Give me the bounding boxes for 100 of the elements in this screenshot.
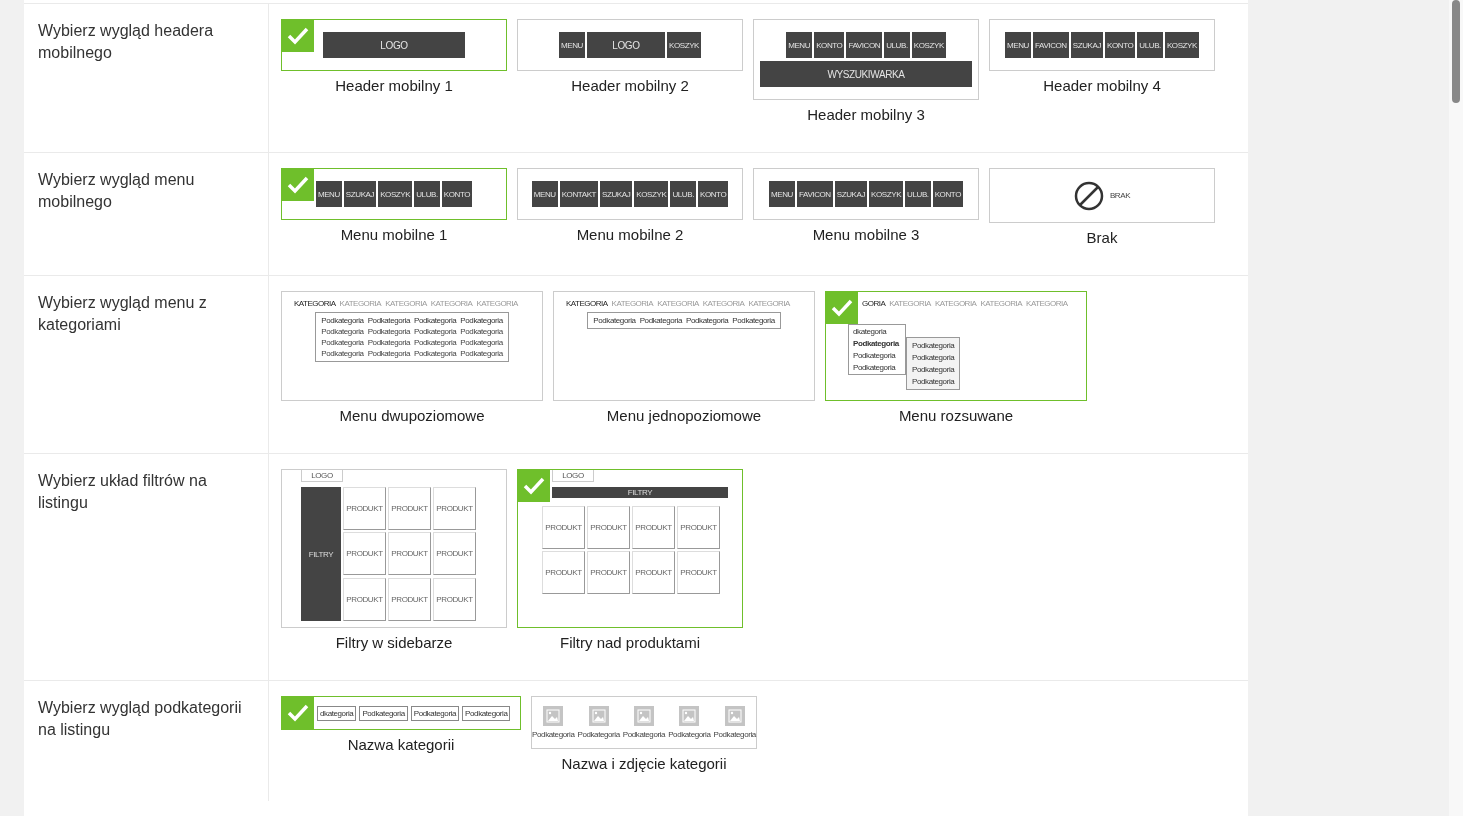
- option-caption: Header mobilny 1: [335, 77, 453, 95]
- wireframe-block: ULUB.: [1137, 32, 1163, 58]
- check-icon: [282, 697, 314, 729]
- wireframe-block: MENU: [1005, 32, 1031, 58]
- setting-label: Wybierz układ filtrów na listingu: [38, 471, 208, 513]
- wireframe-block: KONTO: [814, 32, 845, 58]
- option-caption: Header mobilny 3: [807, 106, 925, 124]
- layout-option[interactable]: MENU KONTO FAVICON ULUB. KOSZYK WYSZUKIWARKA: [753, 19, 979, 100]
- subcategory-link: Podkategoria: [853, 351, 897, 360]
- layout-option[interactable]: LOGO FILTRY PRODUKT PRODUKT PRODUKT PRODUKT PRODUKT PRODUKT PRODUKT PRODUKT: [517, 469, 743, 628]
- product-card: PRODUKT: [388, 577, 431, 621]
- category-label: KATEGORIA: [934, 299, 977, 308]
- wireframe-block: KONTAKT: [559, 181, 599, 207]
- subcategory-link: Podkategoria: [912, 365, 955, 374]
- layout-option[interactable]: dkategoria Podkategoria Podkategoria Podkategoria: [281, 696, 521, 730]
- wireframe-text: BRAK: [1109, 191, 1131, 200]
- product-card: PRODUKT: [433, 487, 476, 530]
- category-label: KATEGORIA: [611, 299, 654, 308]
- layout-option[interactable]: [281, 291, 543, 401]
- subcategory-link: Podkategoria: [622, 730, 666, 739]
- wireframe-block: KONTO: [441, 181, 473, 207]
- check-icon: [826, 292, 858, 324]
- product-card: PRODUKT: [343, 487, 386, 530]
- layout-option[interactable]: MENU SZUKAJ KOSZYK ULUB. KONTO: [281, 168, 507, 220]
- option-caption: Nazwa kategorii: [347, 736, 455, 754]
- layout-option[interactable]: Podkategoria Podkategoria Podkategoria Podkategoria Podkategoria: [531, 696, 757, 749]
- image-icon: [543, 706, 564, 726]
- category-label: KATEGORIA: [385, 299, 427, 308]
- subcategory-link: Podkategoria: [414, 349, 457, 358]
- wireframe-block: MENU: [559, 32, 585, 58]
- subcategory-link: Podkategoria: [460, 338, 503, 347]
- layout-option[interactable]: MENU FAVICON SZUKAJ KOSZYK ULUB. KONTO: [753, 168, 979, 220]
- wireframe-block: FAVICON: [1033, 32, 1069, 58]
- product-card: PRODUKT: [433, 577, 476, 621]
- product-card: PRODUKT: [388, 487, 431, 530]
- wireframe-block: ULUB.: [905, 181, 931, 207]
- subcategory-heading: Podkategoria: [367, 316, 410, 325]
- subcategory-link: Podkategoria: [460, 349, 503, 358]
- subcategory-link: Podkategoria: [321, 349, 364, 358]
- subcategory-chip: Podkategoria: [462, 705, 511, 721]
- wireframe-block: MENU: [786, 32, 813, 58]
- wireframe-block: FAVICON: [846, 32, 883, 58]
- wireframe-block: SZUKAJ: [834, 181, 867, 207]
- product-card: PRODUKT: [632, 506, 675, 549]
- category-label: KATEGORIA: [889, 299, 931, 308]
- layout-option[interactable]: LOGO FILTRY PRODUKT PRODUKT PRODUKT PRODUKT PRODUKT PRODUKT PRODUKT PRODUKT PRODUKT: [281, 469, 507, 628]
- image-icon: [679, 706, 700, 726]
- layout-option[interactable]: MENU LOGO KOSZYK: [517, 19, 743, 71]
- product-card: PRODUKT: [433, 532, 476, 576]
- option-caption: Filtry nad produktami: [559, 634, 701, 652]
- category-label: KATEGORIA: [294, 299, 336, 308]
- layout-option[interactable]: LOGO: [281, 19, 507, 71]
- option-caption: Menu mobilne 3: [812, 226, 920, 244]
- wireframe-block: KOSZYK: [869, 181, 904, 207]
- wireframe-block: FAVICON: [797, 181, 833, 207]
- layout-option[interactable]: KATEGORIA KATEGORIA KATEGORIA KATEGORIA KATEGORIA Podkategoria Podkategoria Podkategoria Podkategoria: [553, 291, 815, 401]
- option-caption: Menu jednopoziomowe: [606, 407, 762, 425]
- category-label: KATEGORIA: [476, 299, 518, 308]
- filter-bar: FILTRY: [301, 487, 341, 621]
- subcategory-link: Podkategoria: [414, 327, 457, 336]
- product-card: PRODUKT: [542, 551, 585, 594]
- image-icon: [634, 706, 654, 726]
- layout-option[interactable]: BRAK: [989, 168, 1215, 223]
- layout-option[interactable]: MENU KONTAKT SZUKAJ KOSZYK ULUB. KONTO: [517, 168, 743, 220]
- subcategory-link: Podkategoria: [686, 316, 729, 325]
- product-card: PRODUKT: [677, 551, 720, 594]
- option-caption: Nazwa i zdjęcie kategorii: [561, 755, 727, 773]
- layout-option[interactable]: GORIA KATEGORIA KATEGORIA KATEGORIA KATEGORIA dkategoria Podkategoria Podkategoria Podkategoria Podkategoria Podkategoria Podkategoria Podkategoria: [825, 291, 1087, 401]
- subcategory-link: Podkategoria: [460, 327, 503, 336]
- wireframe-block: MENU: [531, 181, 558, 207]
- subcategory-chip: Podkategoria: [359, 705, 408, 721]
- prohibited-icon: [1073, 180, 1104, 211]
- wireframe-block: LOGO: [323, 32, 465, 58]
- layout-option[interactable]: MENU FAVICON SZUKAJ KONTO ULUB. KOSZYK: [989, 19, 1215, 71]
- subcategory-link: Podkategoria: [853, 363, 897, 372]
- product-card: PRODUKT: [677, 506, 720, 549]
- option-caption: Filtry w sidebarze: [335, 634, 453, 652]
- scrollbar-thumb[interactable]: [1452, 0, 1460, 103]
- subcategory-link: Podkategoria: [321, 338, 364, 347]
- subcategory-link: Podkategoria: [577, 730, 620, 739]
- logo-box: LOGO: [552, 470, 594, 482]
- wireframe-block: KOSZYK: [634, 181, 669, 207]
- subcategory-link: Podkategoria: [367, 338, 410, 347]
- product-card: PRODUKT: [542, 506, 585, 549]
- option-caption: Brak: [1086, 229, 1118, 247]
- subcategory-link: Podkategoria: [639, 316, 682, 325]
- subcategory-link: dkategoria: [853, 327, 888, 336]
- option-caption: Header mobilny 4: [1043, 77, 1161, 95]
- subcategory-link: Podkategoria: [912, 341, 955, 350]
- subcategory-chip: Podkategoria: [410, 705, 460, 721]
- subcategory-link: Podkategoria: [853, 339, 901, 348]
- category-label: KATEGORIA: [339, 299, 382, 308]
- category-label: KATEGORIA: [566, 299, 608, 308]
- category-label: KATEGORIA: [1026, 299, 1068, 308]
- product-card: PRODUKT: [343, 577, 386, 621]
- subcategory-link: Podkategoria: [732, 316, 775, 325]
- wireframe-block: SZUKAJ: [1070, 32, 1103, 58]
- subcategory-chip: dkategoria: [317, 705, 357, 721]
- wireframe-block: MENU: [769, 181, 795, 207]
- option-caption: Menu dwupoziomowe: [339, 407, 485, 425]
